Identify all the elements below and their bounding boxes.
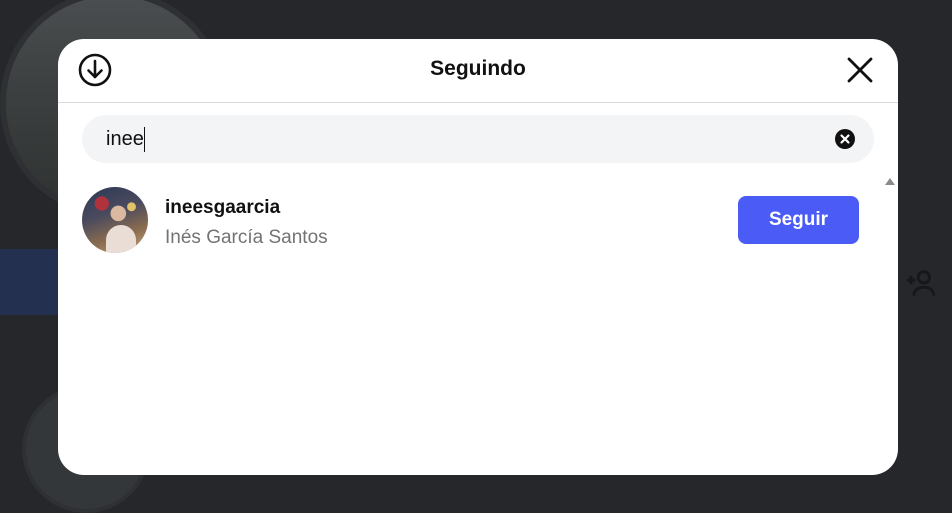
search-bar: [82, 115, 874, 163]
result-full-name: Inés García Santos: [165, 227, 328, 248]
clear-search-icon[interactable]: [835, 129, 855, 149]
add-person-icon: [906, 270, 936, 296]
result-username[interactable]: ineesgaarcia: [165, 197, 280, 219]
following-dialog: Seguindo ineesgaarcia Inés García Santos…: [58, 39, 898, 475]
text-caret: [144, 127, 145, 152]
dialog-header: Seguindo: [58, 39, 898, 103]
avatar[interactable]: [82, 187, 148, 253]
dialog-title: Seguindo: [430, 57, 526, 80]
close-icon[interactable]: [846, 56, 874, 84]
scrollbar-up-arrow[interactable]: [885, 178, 895, 185]
list-item[interactable]: ineesgaarcia Inés García Santos Seguir: [82, 187, 872, 253]
follow-button[interactable]: Seguir: [738, 196, 859, 244]
search-input[interactable]: [106, 115, 806, 163]
